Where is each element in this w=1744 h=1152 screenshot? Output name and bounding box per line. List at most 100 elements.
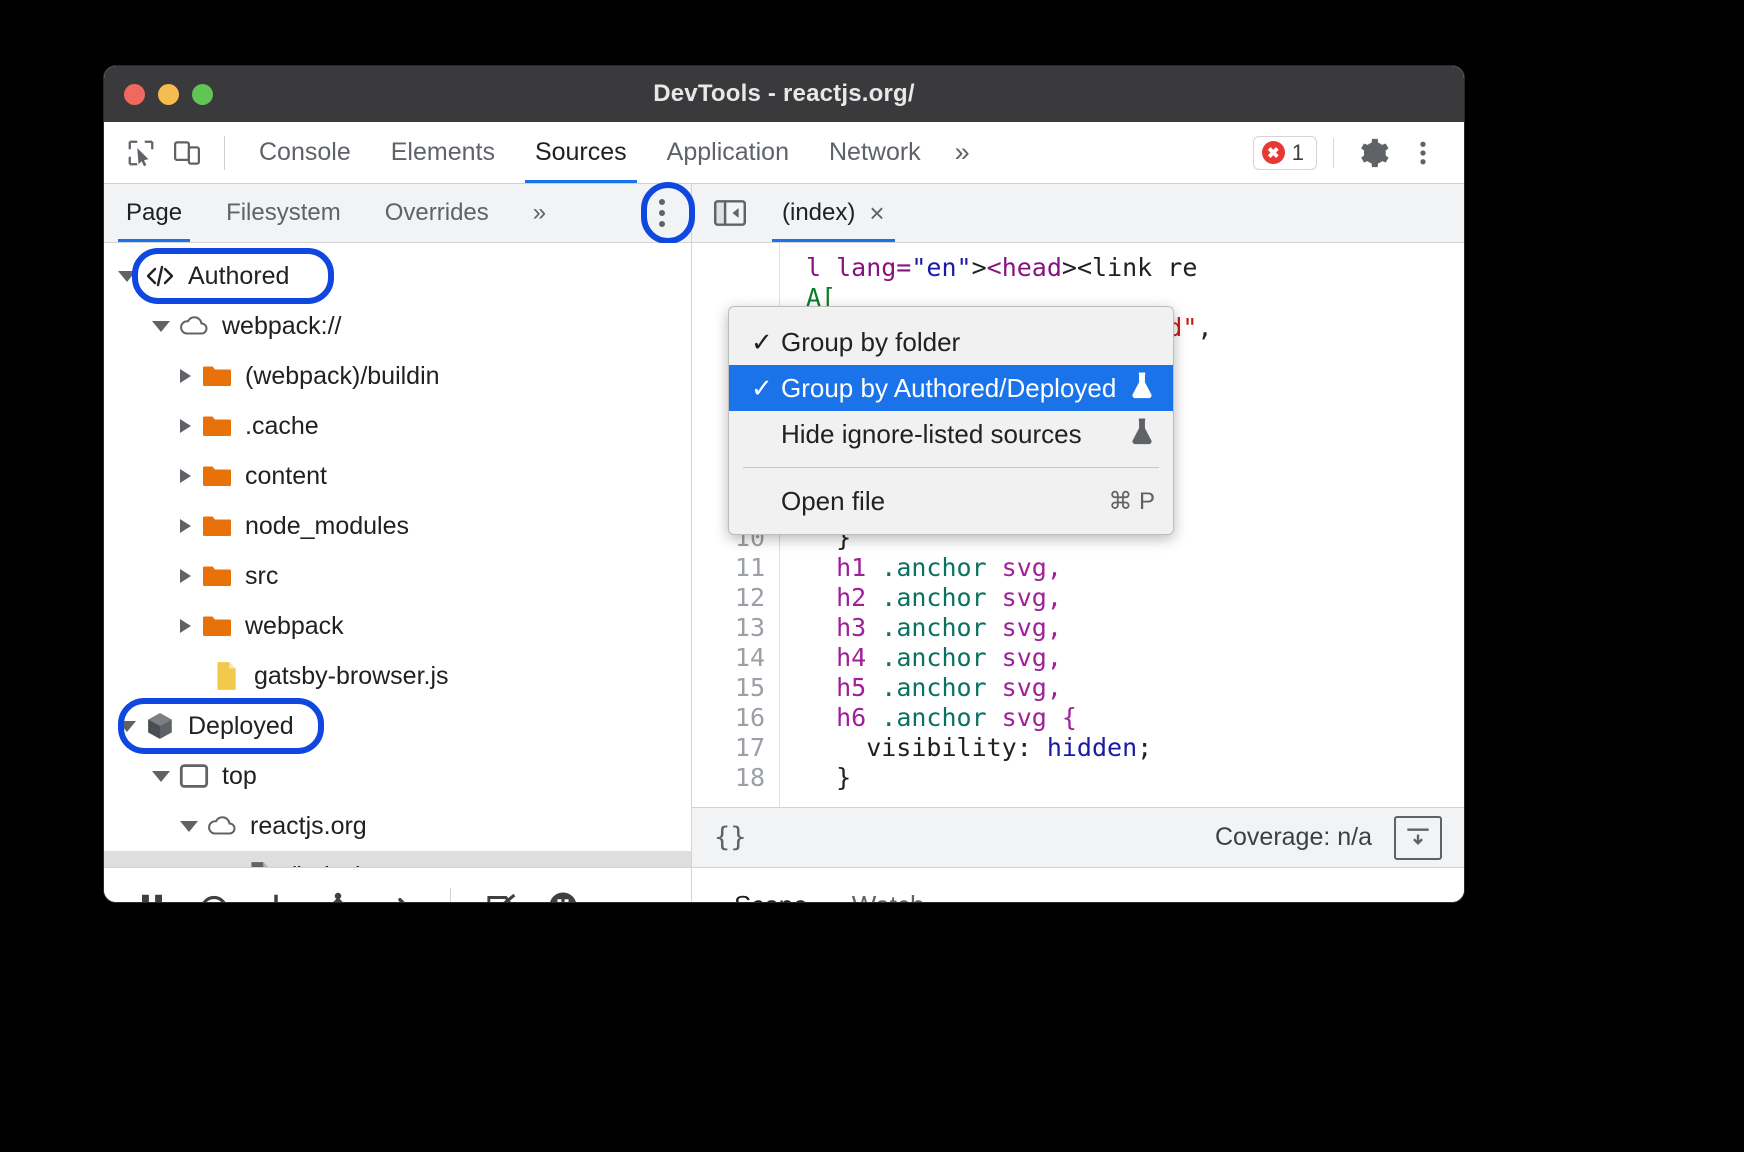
toolbar-divider-right <box>1333 138 1334 168</box>
twisty-closed-icon[interactable] <box>180 369 191 383</box>
step-over-icon[interactable] <box>188 880 240 903</box>
code-line: l lang="en"><head><link re <box>806 253 1464 283</box>
tree-row-deployed[interactable]: Deployed <box>104 701 691 751</box>
tree-row-webpack-origin[interactable]: webpack:// <box>104 301 691 351</box>
coverage-label: Coverage: n/a <box>1215 823 1372 852</box>
inspect-cursor-icon[interactable] <box>118 130 164 176</box>
cloud-icon <box>178 310 210 342</box>
menu-item-open-file[interactable]: Open file ⌘ P <box>729 478 1173 524</box>
tree-row-node-modules[interactable]: node_modules <box>104 501 691 551</box>
tree-row-webpack-folder[interactable]: webpack <box>104 601 691 651</box>
window-titlebar: DevTools - reactjs.org/ <box>104 66 1464 122</box>
pause-icon[interactable] <box>126 880 178 903</box>
toolbar-right: ✖ 1 <box>1253 130 1450 176</box>
twisty-open-icon[interactable] <box>118 271 136 282</box>
tree-label: (index) <box>288 862 364 868</box>
editor-tab-strip: (index) × <box>692 184 1464 242</box>
tab-scope[interactable]: Scope <box>712 868 830 902</box>
twisty-closed-icon[interactable] <box>180 519 191 533</box>
code-line: h5 .anchor svg, <box>806 673 1464 703</box>
tab-application[interactable]: Application <box>647 122 809 183</box>
twisty-open-icon[interactable] <box>152 321 170 332</box>
tree-row-content[interactable]: content <box>104 451 691 501</box>
step-into-icon[interactable] <box>250 880 302 903</box>
menu-item-label: Open file <box>781 486 1084 517</box>
menu-item-hide-ignore-listed-sources[interactable]: Hide ignore-listed sources <box>729 411 1173 457</box>
tab-elements[interactable]: Elements <box>371 122 515 183</box>
folder-icon <box>201 560 233 592</box>
navtab-filesystem[interactable]: Filesystem <box>204 184 363 242</box>
tab-watch[interactable]: Watch <box>830 868 947 902</box>
tree-row-authored[interactable]: Authored <box>104 251 691 301</box>
navigator-more-options-icon[interactable] <box>647 190 677 236</box>
tree-label: Authored <box>188 262 289 291</box>
more-panels-chevron-icon[interactable]: » <box>941 137 984 168</box>
tree-row-gatsby-browser-js[interactable]: gatsby-browser.js <box>104 651 691 701</box>
close-icon[interactable]: × <box>869 200 884 226</box>
window-controls[interactable] <box>124 84 213 105</box>
tab-console[interactable]: Console <box>239 122 371 183</box>
tree-label: webpack <box>245 612 344 641</box>
folder-icon <box>201 610 233 642</box>
tree-row-top[interactable]: top <box>104 751 691 801</box>
check-icon: ✓ <box>751 373 781 404</box>
twisty-open-icon[interactable] <box>118 721 136 732</box>
folder-icon <box>201 410 233 442</box>
menu-item-group-by-authored-deployed[interactable]: ✓ Group by Authored/Deployed <box>729 365 1173 411</box>
navtab-overrides[interactable]: Overrides <box>363 184 511 242</box>
menu-item-label: Hide ignore-listed sources <box>781 419 1121 450</box>
twisty-closed-icon[interactable] <box>180 469 191 483</box>
menu-item-group-by-folder[interactable]: ✓ Group by folder <box>729 319 1173 365</box>
twisty-closed-icon[interactable] <box>180 569 191 583</box>
tree-label: top <box>222 762 257 791</box>
tree-row-reactjs-org[interactable]: reactjs.org <box>104 801 691 851</box>
editor-tab-label: (index) <box>782 199 855 227</box>
twisty-closed-icon[interactable] <box>180 419 191 433</box>
deactivate-breakpoints-icon[interactable] <box>475 880 527 903</box>
line-number: 11 <box>692 553 765 583</box>
device-toolbar-icon[interactable] <box>164 130 210 176</box>
twisty-open-icon[interactable] <box>180 821 198 832</box>
tab-network[interactable]: Network <box>809 122 941 183</box>
check-icon: ✓ <box>751 327 781 358</box>
tab-sources[interactable]: Sources <box>515 122 647 183</box>
navtab-page[interactable]: Page <box>104 184 204 242</box>
tree-row-cache[interactable]: .cache <box>104 401 691 451</box>
debugger-toolbar <box>104 867 692 902</box>
navigator-panel: Authored webpack:// <box>104 243 692 867</box>
twisty-open-icon[interactable] <box>152 771 170 782</box>
navigator-more-options-wrap <box>647 184 691 242</box>
js-file-icon <box>210 660 242 692</box>
tree-row-webpack-buildin[interactable]: (webpack)/buildin <box>104 351 691 401</box>
navtab-more-chevron-icon[interactable]: » <box>511 184 568 242</box>
kebab-menu-icon[interactable] <box>1400 130 1446 176</box>
maximize-window-button[interactable] <box>192 84 213 105</box>
minimize-window-button[interactable] <box>158 84 179 105</box>
tree-row-src[interactable]: src <box>104 551 691 601</box>
gear-icon[interactable] <box>1350 130 1396 176</box>
line-number: 15 <box>692 673 765 703</box>
step-icon[interactable] <box>374 880 426 903</box>
pause-on-exceptions-icon[interactable] <box>537 880 589 903</box>
coverage-drawer-icon[interactable] <box>1394 816 1442 860</box>
package-cube-icon <box>144 710 176 742</box>
tree-row-index[interactable]: (index) <box>104 851 691 867</box>
twisty-closed-icon[interactable] <box>180 619 191 633</box>
show-navigator-icon[interactable] <box>692 184 764 242</box>
scope-watch-tabs: Scope Watch <box>692 867 1464 902</box>
toolbar-divider <box>224 136 225 170</box>
pretty-print-button[interactable]: {} <box>714 822 747 853</box>
line-number: 18 <box>692 763 765 793</box>
error-badge[interactable]: ✖ 1 <box>1253 136 1317 170</box>
folder-icon <box>201 510 233 542</box>
step-out-icon[interactable] <box>312 880 364 903</box>
error-count: 1 <box>1292 140 1304 166</box>
window-title: DevTools - reactjs.org/ <box>104 80 1464 108</box>
close-window-button[interactable] <box>124 84 145 105</box>
panel-tabs: Console Elements Sources Application Net… <box>239 122 984 183</box>
bottom-bars: Scope Watch <box>104 867 1464 902</box>
editor-tab-index[interactable]: (index) × <box>764 184 903 242</box>
cloud-icon <box>206 810 238 842</box>
frame-icon <box>178 760 210 792</box>
navigator-tabs: Page Filesystem Overrides » <box>104 184 692 242</box>
